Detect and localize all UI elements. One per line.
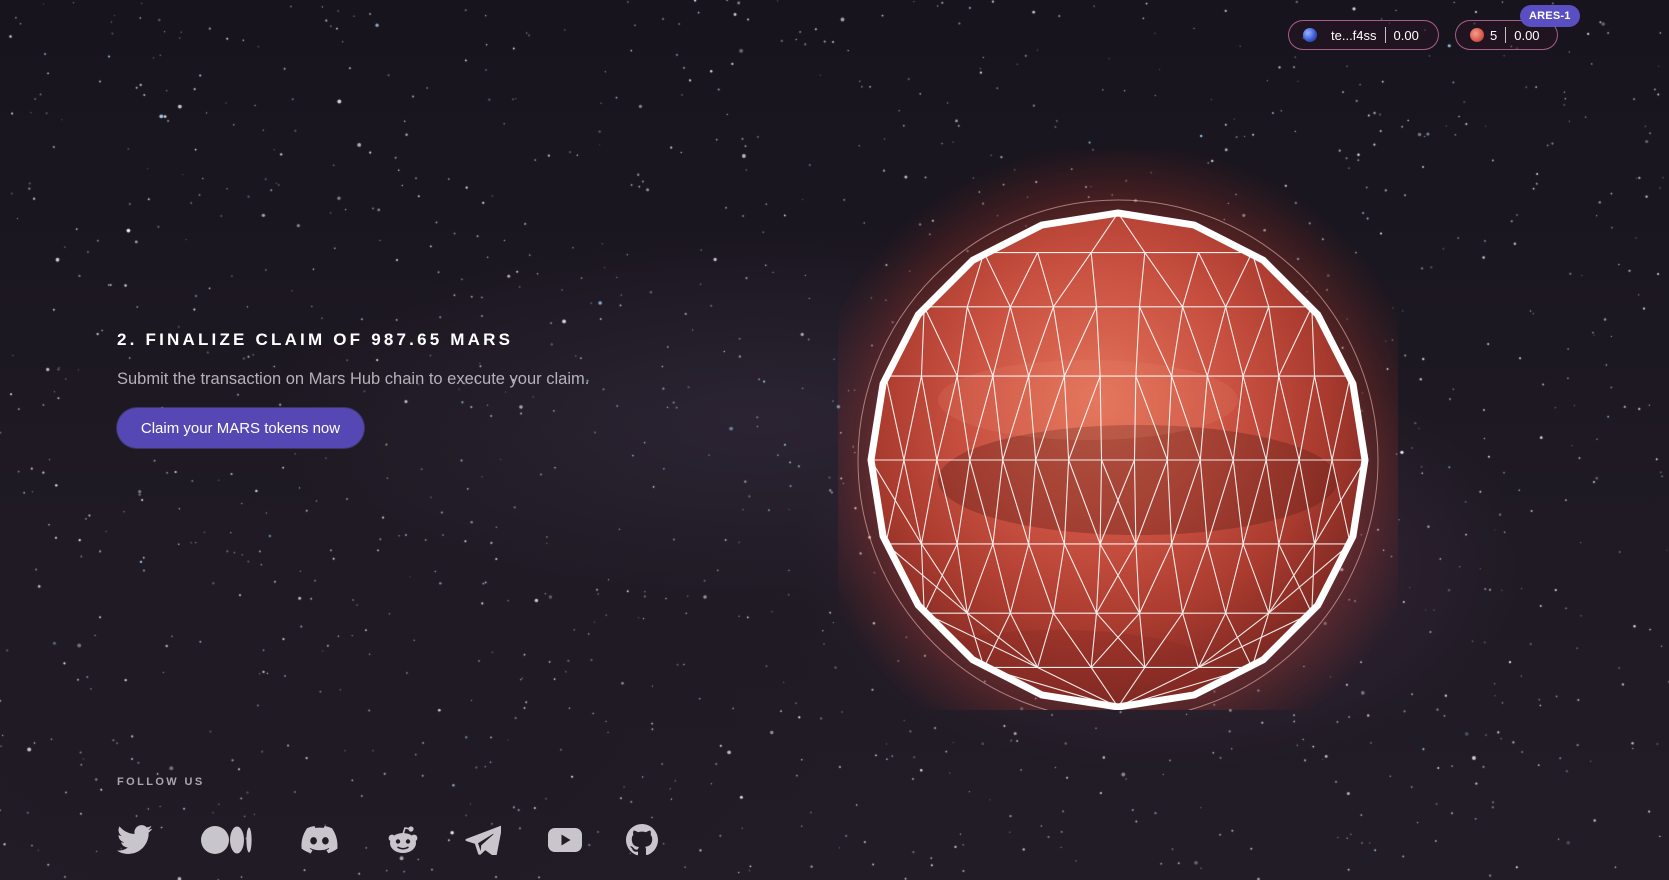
chain-badge: ARES-1 — [1520, 5, 1580, 27]
wallet-balance: 0.00 — [1393, 27, 1419, 43]
claim-tokens-button[interactable]: Claim your MARS tokens now — [117, 408, 364, 448]
mars-count: 5 — [1490, 27, 1498, 43]
youtube-icon[interactable] — [548, 821, 582, 859]
mars-balance: 0.00 — [1514, 27, 1540, 43]
wallet-address: te...f4ss — [1331, 27, 1377, 43]
claim-description: Submit the transaction on Mars Hub chain… — [117, 370, 590, 388]
wallet-connect-button[interactable]: te...f4ss 0.00 — [1288, 20, 1439, 50]
reddit-icon[interactable] — [387, 821, 419, 859]
space-background: te...f4ss 0.00 5 0.00 ARES-1 2. FINALIZE… — [0, 0, 1669, 880]
discord-icon[interactable] — [300, 821, 338, 859]
divider — [1505, 27, 1507, 43]
twitter-icon[interactable] — [117, 821, 153, 859]
telegram-icon[interactable] — [465, 821, 501, 859]
follow-us-label: FOLLOW US — [117, 776, 205, 788]
medium-icon[interactable] — [201, 821, 253, 859]
page-title: 2. FINALIZE CLAIM OF 987.65 MARS — [117, 330, 514, 349]
mars-planet — [838, 150, 1398, 710]
social-links — [117, 821, 677, 859]
mars-token-icon — [1470, 28, 1484, 42]
divider — [1384, 27, 1386, 43]
terra-globe-icon — [1303, 28, 1317, 42]
github-icon[interactable] — [626, 821, 658, 859]
